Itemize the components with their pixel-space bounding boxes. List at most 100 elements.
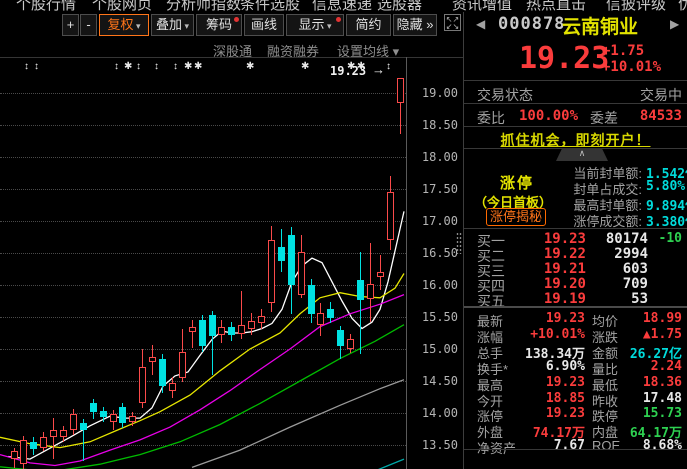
candle-wick [360,252,361,354]
candle-body [159,359,166,386]
toolbar-button-[interactable]: 筹码 [196,14,242,36]
notification-dot-icon [234,17,239,22]
kline-plot[interactable]: ↕↕↕✱↕↕↕✱✱✱✱✱✱↕19.23→ [0,57,406,469]
arrow-right-icon: → [372,64,385,76]
candle-body [327,309,334,318]
weicha-label: 委差 [590,108,618,128]
candle-body [397,78,404,102]
notification-dot-icon [336,17,341,22]
stat-row: 换手*6.90%量比2.24 [464,359,687,375]
toolbar-button-[interactable]: - [80,14,97,36]
candle-body [110,414,117,422]
limit-info-row: 封单占成交:5.80% [464,179,687,195]
trade-status-value: 交易中 [640,85,682,105]
kline-chart[interactable]: ↕↕↕✱↕↕↕✱✱✱✱✱✱↕19.23→ 19.0018.5018.0017.5… [0,57,463,469]
bid-volume: 709 [584,276,648,292]
candle-body [11,451,18,459]
weibi-value: 100.00% [519,108,578,124]
toolbar-button-[interactable]: 复权 ▾ [99,14,149,36]
stat-row: 总手138.34万金额26.27亿 [464,343,687,359]
event-star-icon: ✱ [124,62,132,72]
event-arrow-icon: ↕ [386,62,391,72]
bid-row: 买五19.1953 [464,291,687,306]
candle-body [199,320,206,347]
divider [464,228,687,229]
toolbar-button-[interactable]: 叠加 ▾ [151,14,194,36]
candle-body [278,247,285,261]
divider [464,103,687,104]
toolbar-button-[interactable]: 简约 [346,14,391,36]
limit-info-row: 最高封单额:9.894亿 [464,195,687,211]
top-nav-item[interactable]: 信息速递 [312,0,372,12]
event-star-icon: ✱ [301,62,309,72]
stock-code: 000878 [498,14,565,34]
y-axis-tick-label: 16.00 [414,278,458,292]
candle-body [347,339,354,349]
divider [464,449,687,450]
toolbar-button-[interactable]: 显示 ▾ [286,14,344,36]
weicha-value: 84533 [640,108,682,124]
fullscreen-expand-icon[interactable]: ↖↗↙↘ [444,14,461,31]
candle-body [238,325,245,333]
candle-body [317,313,324,325]
event-arrow-icon: ↕ [136,62,141,72]
candle-body [20,440,27,464]
top-nav-item[interactable]: 选股器 [377,0,422,12]
stat-value: ▲1.75 [614,327,682,342]
ma-line-MA120 [192,380,404,468]
stat-value: 19.23 [504,406,585,421]
chevron-down-icon: ▾ [324,21,331,31]
bid-volume-delta: -10 [652,231,682,246]
ma-line-MA10 [0,274,404,448]
candle-body [100,411,107,417]
bid-volume: 603 [584,261,648,277]
candle-body [179,352,186,378]
bid-price: 19.19 [524,291,586,307]
y-axis-line [406,57,407,469]
candle-body [90,403,97,412]
ma-lines [0,57,406,469]
stat-value: 19.23 [504,375,585,390]
candle-body [50,430,57,436]
y-axis-tick-label: 14.50 [414,374,458,388]
candle-body [218,327,225,335]
quote-panel: ◀ 000878 云南铜业 ▶ 19.23 +1.75 +10.01% 交易状态… [464,0,687,469]
chevron-down-icon: ▾ [182,21,189,31]
y-axis-tick-label: 19.00 [414,86,458,100]
toolbar-button-[interactable]: 隐藏 » [393,14,437,36]
event-star-icon: ✱ [184,62,192,72]
prev-stock-arrow[interactable]: ◀ [476,17,485,31]
stat-row: 最新19.23均价18.99 [464,311,687,327]
candle-body [248,321,255,329]
panel-resize-grip[interactable] [456,232,462,254]
bid-price: 19.22 [524,246,586,262]
bid-volume: 80174 [584,231,648,247]
y-axis-tick-label: 18.50 [414,118,458,132]
candle-body [337,330,344,346]
top-nav-item[interactable]: 个股网页 [92,0,152,12]
top-nav-item[interactable]: 条件选股 [240,0,300,12]
y-axis-tick-label: 15.50 [414,310,458,324]
candle-wick [53,418,54,459]
stat-value: 19.23 [504,311,585,326]
bid-row: 买三19.21603 [464,261,687,276]
toolbar-button-[interactable]: + [62,14,79,36]
candle-wick [370,243,371,322]
collapse-tab[interactable]: ∧ [556,148,608,161]
stat-value: 18.85 [504,391,585,406]
candle-body [40,437,47,448]
toolbar-button-[interactable]: 画线 [244,14,284,36]
top-nav-item[interactable]: 分析师指数 [166,0,241,12]
y-axis-tick-label: 16.50 [414,246,458,260]
candle-body [60,430,67,436]
limit-info-value: 5.80% [646,179,685,194]
stat-value: 18.99 [614,311,682,326]
stat-value: 8.68% [614,438,682,453]
open-account-link[interactable]: 抓住机会，即刻开户！ [464,130,687,150]
stat-value: 15.73 [614,406,682,421]
next-stock-arrow[interactable]: ▶ [670,17,679,31]
candle-body [357,280,364,300]
top-nav-item[interactable]: 个股行情 [16,0,76,12]
last-price: 19.23 [519,41,609,76]
stat-value: 7.67 [504,438,585,453]
